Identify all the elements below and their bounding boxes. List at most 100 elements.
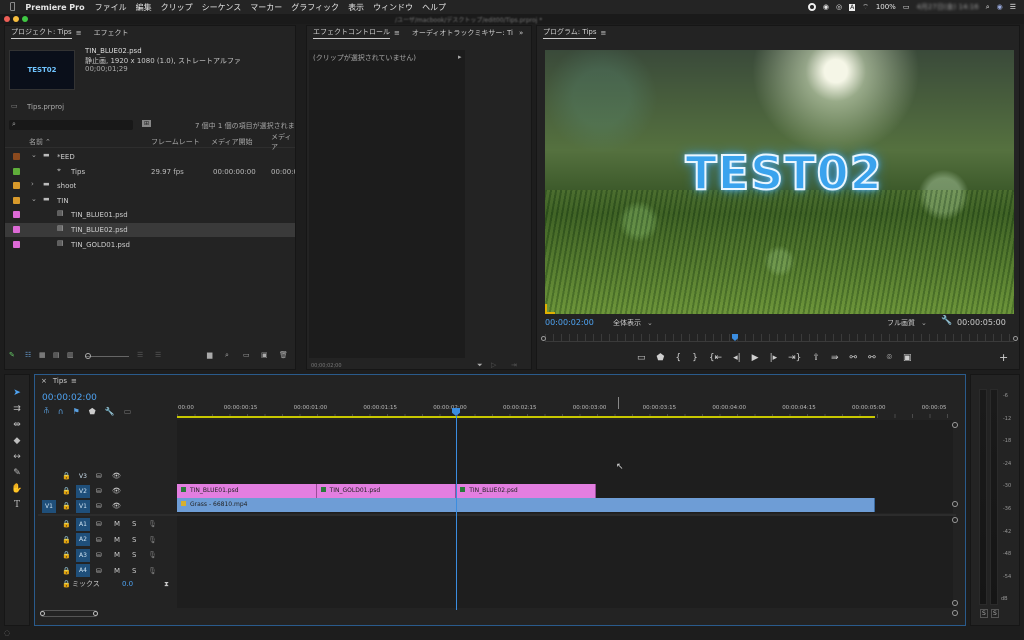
scrub-end-handle[interactable] (1013, 336, 1018, 341)
eye-icon[interactable]: 👁 (112, 472, 121, 480)
solo-right-button[interactable]: S (991, 609, 999, 618)
column-framerate[interactable]: フレームレート (151, 137, 200, 147)
record-mic-icon[interactable]: 🎙 (148, 551, 157, 559)
go-to-in-icon[interactable]: {⇤ (709, 352, 722, 364)
column-media-start[interactable]: メディア開始 (211, 137, 253, 147)
chevron-down-icon[interactable]: ⌄ (31, 151, 37, 159)
siri-icon[interactable]: ◉ (997, 3, 1003, 11)
apple-icon[interactable]:  (10, 2, 15, 12)
status-icon[interactable]: ◉ (823, 3, 829, 11)
search-field[interactable]: ⌕ (9, 120, 133, 130)
snap-icon[interactable]: ∩ (58, 407, 64, 416)
compare-icon[interactable]: ⚯ (850, 352, 858, 364)
search-icon[interactable]: ⌕ (986, 3, 990, 12)
list-view-icon[interactable]: ☷ (25, 351, 31, 359)
mark-out-icon[interactable]: } (692, 352, 698, 364)
tab-effect-controls[interactable]: エフェクトコントロール (313, 27, 390, 39)
notification-icon[interactable]: ☰ (1010, 3, 1016, 11)
sync-icon[interactable]: ◎ (836, 3, 842, 11)
wifi-icon[interactable]: ⌔ (862, 3, 869, 12)
program-video-frame[interactable]: TEST02 (545, 50, 1014, 314)
scrub-start-handle[interactable] (541, 336, 546, 341)
step-forward-icon[interactable]: |▸ (770, 352, 778, 364)
tab-effects[interactable]: エフェクト (94, 28, 129, 38)
export-icon[interactable]: ⇥ (511, 361, 517, 369)
zoom-select[interactable]: 全体表示 ⌄ (613, 318, 653, 328)
menu-item-7[interactable]: ウィンドウ (373, 2, 413, 13)
mute-button[interactable]: M (114, 551, 120, 559)
status-bar-icon[interactable]: ◌ (4, 629, 10, 637)
extract-icon[interactable]: ⇛ (831, 352, 839, 364)
track-select-tool-icon[interactable]: ⇉ (10, 403, 24, 415)
v-scroll-top-handle[interactable] (952, 422, 958, 428)
sync-lock-icon[interactable]: ⛁ (96, 567, 102, 575)
a-scroll-top-handle[interactable] (952, 517, 958, 523)
program-scrub-bar[interactable] (541, 334, 1018, 342)
filter-icon[interactable]: ⏷ (477, 361, 483, 370)
app-name[interactable]: Premiere Pro (25, 3, 84, 12)
lock-icon[interactable]: 🔒 (62, 502, 71, 510)
mark-in-icon[interactable]: { (675, 352, 681, 364)
menu-item-1[interactable]: 編集 (136, 2, 152, 13)
label-color-swatch[interactable] (13, 226, 20, 233)
add-button-icon[interactable]: + (999, 352, 1008, 364)
eye-icon[interactable]: 👁 (112, 487, 121, 495)
mute-button[interactable]: M (114, 536, 120, 544)
close-tab-icon[interactable]: × (41, 377, 47, 385)
track-target[interactable]: A4 (76, 564, 90, 577)
marker-region-icon[interactable]: ▭ (637, 352, 646, 364)
play-icon[interactable]: ▶ (752, 352, 759, 364)
timeline-clip-v2[interactable]: TIN_BLUE01.psd (177, 484, 317, 498)
program-playhead[interactable] (732, 334, 738, 341)
label-color-swatch[interactable] (13, 153, 20, 160)
tab-program[interactable]: プログラム: Tips (543, 27, 597, 39)
a-scroll-bottom-handle[interactable] (952, 600, 958, 606)
program-current-timecode[interactable]: 00:00:02:00 (545, 318, 594, 327)
pen-tool-icon[interactable]: ✎ (10, 467, 24, 479)
sort-items-icon[interactable]: ▥ (67, 351, 74, 359)
tab-menu-icon[interactable]: ≡ (394, 29, 400, 37)
track-target[interactable]: A1 (76, 517, 90, 531)
tab-audio-mixer[interactable]: オーディオトラックミキサー: Ti (412, 28, 513, 38)
freeform-view-icon[interactable]: ▤ (53, 351, 60, 359)
razor-tool-icon[interactable]: ◆ (10, 435, 24, 447)
ripple-edit-tool-icon[interactable]: ⇹ (10, 419, 24, 431)
project-item[interactable]: ▤ TIN_GOLD01.psd (5, 238, 295, 252)
label-color-swatch[interactable] (13, 211, 20, 219)
trash-icon[interactable]: 🗑 (279, 351, 288, 359)
track-target[interactable]: V3 (76, 470, 90, 483)
new-bin-icon[interactable]: ⊞ (142, 120, 152, 127)
label-color-swatch[interactable] (13, 182, 20, 190)
new-item-icon[interactable]: ▣ (261, 351, 268, 359)
work-area-bar[interactable] (177, 416, 875, 418)
mix-end-icon[interactable]: ⧗ (164, 580, 169, 589)
sort-icon[interactable]: ⌃ (45, 138, 51, 146)
title-overlay-text[interactable]: TEST02 (669, 145, 899, 201)
tab-menu-icon[interactable]: ≡ (71, 377, 77, 385)
quality-select[interactable]: フル画質 ⌄ (887, 318, 927, 328)
timeline-timecode[interactable]: 00:00:02:00 (42, 393, 97, 403)
captions-icon[interactable]: ▭ (124, 407, 132, 416)
slip-tool-icon[interactable]: ↔ (10, 451, 24, 463)
sync-lock-icon[interactable]: ⛁ (96, 536, 102, 544)
lock-icon[interactable]: 🔒 (62, 551, 71, 559)
solo-button[interactable]: S (132, 520, 136, 528)
track-target[interactable]: V1 (76, 499, 90, 513)
label-color-swatch[interactable] (13, 196, 20, 204)
lock-icon[interactable]: 🔒 (62, 536, 71, 544)
hscroll-end-handle[interactable] (952, 610, 958, 616)
record-mic-icon[interactable]: 🎙 (148, 567, 157, 575)
record-icon[interactable] (807, 3, 816, 11)
input-source-icon[interactable]: A (849, 3, 856, 11)
settings-wrench-icon[interactable]: 🔧 (105, 407, 115, 416)
clock[interactable]: 4月27日(金) 14:16 (916, 2, 978, 12)
menu-item-2[interactable]: クリップ (161, 2, 193, 13)
source-patch[interactable]: V1 (42, 499, 56, 513)
lock-icon[interactable]: 🔒 (62, 472, 71, 480)
solo-left-button[interactable]: S (980, 609, 988, 618)
project-item[interactable]: ▤ TIN_BLUE01.psd (5, 208, 295, 222)
multicam-icon[interactable]: ▣ (903, 352, 912, 364)
label-color-swatch[interactable] (13, 167, 20, 175)
timeline-clip-v2[interactable]: TIN_BLUE02.psd (456, 484, 596, 498)
icon-view-icon[interactable]: ▦ (39, 351, 46, 359)
